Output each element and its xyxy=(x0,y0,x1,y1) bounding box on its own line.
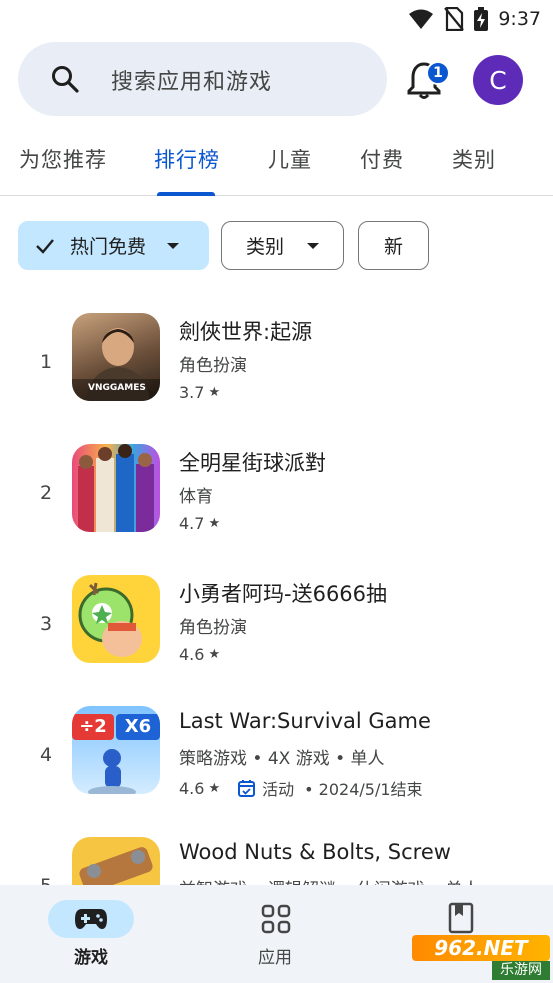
star-icon: ★ xyxy=(208,647,221,662)
nav-apps-label: 应用 xyxy=(258,948,292,968)
app-list-item[interactable]: 1 VNGGAMES 劍俠世界:起源 角色扮演 3.7 ★ xyxy=(0,313,553,433)
app-name: Last War:Survival Game xyxy=(179,709,431,733)
watermark-bottom: 乐游网 xyxy=(492,961,550,980)
wifi-icon xyxy=(409,9,434,29)
dropdown-arrow-icon xyxy=(307,242,320,249)
category-chip-label: 类别 xyxy=(246,236,285,258)
app-name: 全明星街球派對 xyxy=(179,451,326,475)
search-row: 搜索应用和游戏 1 C xyxy=(18,42,543,118)
app-rating: 4.7 ★ xyxy=(179,514,220,533)
rating-value: 4.7 xyxy=(179,514,205,533)
app-list-item[interactable]: 5 Wood Nuts & Bolts, Screw 益智游戏 • 逻辑解谜 •… xyxy=(0,837,553,885)
app-rating: 3.7 ★ xyxy=(179,383,220,402)
nav-games-label: 游戏 xyxy=(74,948,108,968)
app-name: 劍俠世界:起源 xyxy=(179,320,313,344)
active-tab-indicator xyxy=(157,192,215,196)
apps-grid-icon xyxy=(261,904,291,934)
app-icon xyxy=(72,575,160,663)
tab-paid[interactable]: 付费 xyxy=(360,144,404,174)
category-chip[interactable]: 类别 xyxy=(221,221,344,270)
rating-value: 4.6 xyxy=(179,645,205,664)
star-icon: ★ xyxy=(208,780,221,796)
tab-recommended[interactable]: 为您推荐 xyxy=(19,144,107,174)
check-icon xyxy=(36,238,54,254)
dropdown-arrow-icon xyxy=(167,242,180,249)
app-icon: VNGGAMES xyxy=(72,313,160,401)
app-rank: 1 xyxy=(39,351,53,373)
tab-categories[interactable]: 类别 xyxy=(452,144,496,174)
book-icon xyxy=(448,902,474,934)
watermark-top: 962.NET xyxy=(412,935,550,961)
nav-games[interactable]: 游戏 xyxy=(29,885,159,983)
event-label: 活动 xyxy=(262,780,295,799)
app-category: 体育 xyxy=(179,487,213,507)
rating-value: 3.7 xyxy=(179,383,205,402)
site-watermark: 962.NET 乐游网 xyxy=(412,935,550,980)
status-icons: 9:37 xyxy=(408,7,541,31)
app-rank: 5 xyxy=(38,875,54,885)
nav-apps[interactable]: 应用 xyxy=(213,885,343,983)
notification-count-badge: 1 xyxy=(426,61,450,85)
star-icon: ★ xyxy=(208,385,221,400)
status-time: 9:37 xyxy=(498,8,541,30)
top-free-chip[interactable]: 热门免费 xyxy=(18,221,209,270)
search-input[interactable]: 搜索应用和游戏 xyxy=(111,64,272,96)
battery-charging-icon xyxy=(474,7,489,31)
event-end-date: • 2024/5/1结束 xyxy=(304,780,423,799)
app-category: 角色扮演 xyxy=(179,618,247,638)
app-rating: 4.6 ★ 活动 • 2024/5/1结束 xyxy=(179,776,423,800)
app-rank: 4 xyxy=(39,744,53,766)
app-icon: ÷2 X6 xyxy=(72,706,160,794)
rating-value: 4.6 xyxy=(179,778,205,798)
new-chip[interactable]: 新 xyxy=(358,221,429,270)
app-category: 益智游戏 • 逻辑解谜 • 休闲游戏 • 单人 xyxy=(179,875,480,885)
status-bar: 9:37 xyxy=(0,0,553,38)
app-list-item[interactable]: 2 全明星街球派對 体育 4.7 ★ xyxy=(0,444,553,564)
star-icon: ★ xyxy=(208,516,221,531)
app-category: 角色扮演 xyxy=(179,356,247,376)
app-rank: 2 xyxy=(39,482,53,504)
players-art xyxy=(78,444,154,532)
app-icon xyxy=(72,444,160,532)
tab-top-charts[interactable]: 排行榜 xyxy=(154,144,220,174)
app-rank: 3 xyxy=(39,613,53,635)
app-icon xyxy=(72,837,160,885)
account-avatar[interactable]: C xyxy=(473,55,523,105)
app-list-item[interactable]: 4 ÷2 X6 Last War:Survival Game 策略游戏 • 4X… xyxy=(0,706,553,826)
tab-kids[interactable]: 儿童 xyxy=(268,144,312,174)
calendar-event-icon xyxy=(238,780,256,797)
no-sim-icon xyxy=(444,7,465,31)
runner-art xyxy=(88,749,136,794)
app-category: 策略游戏 • 4X 游戏 • 单人 xyxy=(179,749,385,769)
wood-plank-art xyxy=(79,847,153,885)
category-tabs: 为您推荐 排行榜 儿童 付费 类别 xyxy=(0,128,553,196)
search-box[interactable]: 搜索应用和游戏 xyxy=(18,42,387,116)
app-name: Wood Nuts & Bolts, Screw xyxy=(179,840,451,864)
app-icon-brand: VNGGAMES xyxy=(88,383,146,393)
hero-art xyxy=(78,582,142,657)
gamepad-icon xyxy=(75,909,107,929)
app-list-item[interactable]: 3 小勇者阿玛-送6666抽 角色扮演 4.6 ★ xyxy=(0,575,553,695)
app-name: 小勇者阿玛-送6666抽 xyxy=(179,582,388,606)
new-chip-label: 新 xyxy=(383,236,403,258)
top-free-label: 热门免费 xyxy=(70,236,147,258)
search-icon xyxy=(52,66,79,93)
app-rating: 4.6 ★ xyxy=(179,645,220,664)
